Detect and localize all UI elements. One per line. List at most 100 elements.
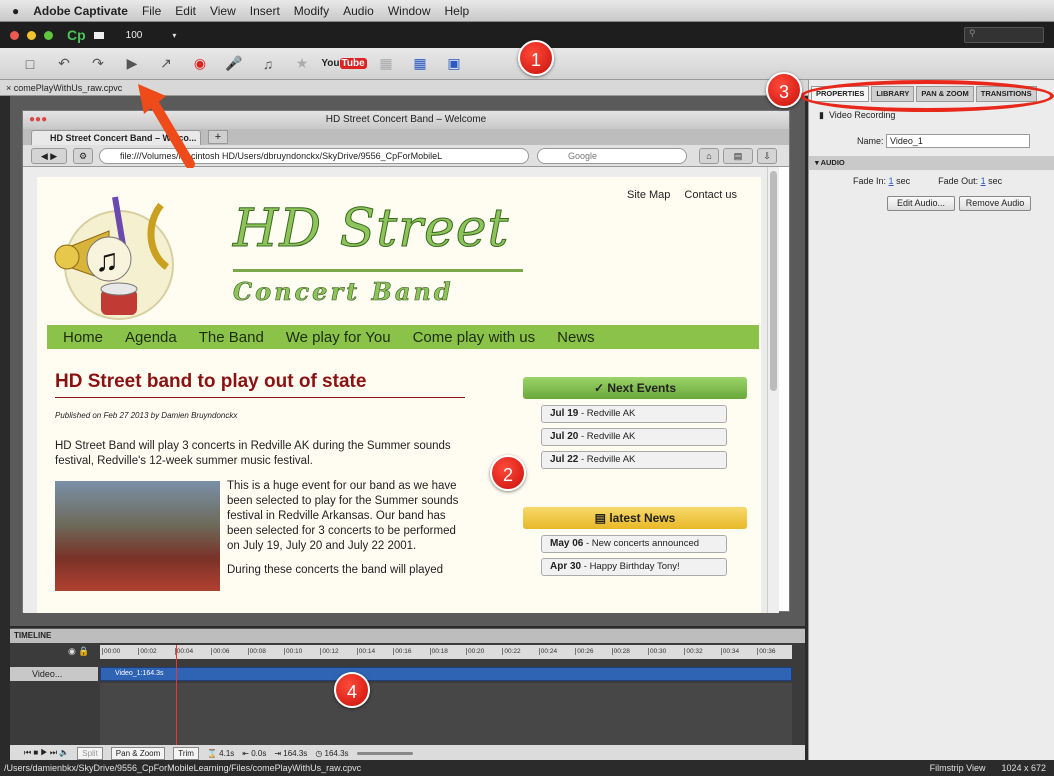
callout-4: 4: [334, 672, 370, 708]
slide-icon[interactable]: ▣: [444, 54, 464, 74]
record-icon[interactable]: ◉: [190, 54, 210, 74]
audio-section-header[interactable]: ▾ AUDIO: [809, 156, 1054, 170]
browser-title: HD Street Concert Band – Welcome: [325, 114, 487, 125]
browser-traffic-lights-icon[interactable]: ●●●: [29, 111, 47, 129]
menu-edit[interactable]: Edit: [175, 4, 196, 18]
news-item[interactable]: Apr 30 - Happy Birthday Tony!: [541, 558, 727, 576]
fade-in-value[interactable]: 1: [889, 176, 894, 186]
nav-home[interactable]: Home: [63, 329, 103, 346]
browser-search-field[interactable]: Google: [537, 148, 687, 164]
apple-icon[interactable]: ●: [12, 4, 19, 18]
save-icon[interactable]: □: [20, 54, 40, 74]
app-search-field[interactable]: ⚲: [964, 27, 1044, 43]
menu-window[interactable]: Window: [388, 4, 431, 18]
fade-out-value[interactable]: 1: [981, 176, 986, 186]
brand-subtitle: Concert Band: [233, 277, 454, 307]
youtube-you: You: [321, 58, 340, 69]
split-button[interactable]: Split: [77, 746, 103, 760]
menu-help[interactable]: Help: [445, 4, 470, 18]
event-item[interactable]: Jul 20 - Redville AK: [541, 428, 727, 446]
music-note-icon[interactable]: ♫: [258, 54, 278, 74]
download-icon[interactable]: ⇩: [757, 148, 777, 164]
zoom-dropdown-icon[interactable]: ▾: [172, 31, 176, 40]
trim-button[interactable]: Trim: [173, 746, 199, 760]
menu-icon[interactable]: ▤: [723, 148, 753, 164]
video-clip-bar[interactable]: Video_1:164.3s: [100, 667, 792, 681]
webpage-scrollbar[interactable]: [767, 167, 779, 613]
menu-insert[interactable]: Insert: [250, 4, 280, 18]
home-icon[interactable]: ⌂: [699, 148, 719, 164]
brand-title: HD Street: [232, 199, 510, 260]
ruler-tick-label: 00:22: [502, 648, 521, 655]
event-item[interactable]: Jul 19 - Redville AK: [541, 405, 727, 423]
playback-controls-icon[interactable]: ⏮ ■ ▶ ⏭ 🔈: [24, 748, 69, 758]
browser-window: ●●● HD Street Concert Band – Welcome HD …: [22, 110, 790, 613]
fade-out: Fade Out: 1 sec: [938, 176, 1003, 186]
event-place: - Redville AK: [581, 408, 636, 419]
microphone-icon[interactable]: 🎤: [224, 54, 244, 74]
ruler-tick-label: 00:16: [393, 648, 412, 655]
visibility-lock-icons[interactable]: ◉ 🔒: [68, 646, 90, 657]
track-label[interactable]: Video...: [10, 667, 98, 681]
object-type: ▮ Video Recording: [819, 110, 895, 121]
contact-link[interactable]: Contact us: [684, 189, 737, 201]
annotation-ellipse: [800, 80, 1054, 112]
news-date: Apr 30: [550, 561, 582, 572]
nav-the-band[interactable]: The Band: [199, 329, 264, 346]
menu-app-name[interactable]: Adobe Captivate: [33, 4, 128, 18]
publish-icon[interactable]: ↗: [156, 54, 176, 74]
latest-news-title: latest News: [609, 511, 676, 525]
nav-agenda[interactable]: Agenda: [125, 329, 177, 346]
youtube-publish-icon[interactable]: You Tube: [321, 54, 367, 74]
top-links: Site Map Contact us: [627, 189, 737, 201]
new-tab-icon[interactable]: +: [208, 130, 228, 144]
event-date: Jul 22: [550, 454, 579, 465]
preview-play-icon[interactable]: ▶: [122, 54, 142, 74]
menu-audio[interactable]: Audio: [343, 4, 374, 18]
bookmark-icon[interactable]: ⚙: [73, 148, 93, 164]
nav-news[interactable]: News: [557, 329, 595, 346]
timeline-header[interactable]: TIMELINE: [10, 629, 805, 643]
ruler-tick-label: 00:08: [247, 648, 266, 655]
edit-audio-button[interactable]: Edit Audio...: [887, 196, 955, 211]
table-icon[interactable]: ▦: [410, 54, 430, 74]
mac-menubar: ● Adobe Captivate File Edit View Insert …: [0, 0, 1054, 22]
newspaper-icon: ▤: [594, 511, 610, 525]
close-window-icon[interactable]: [10, 30, 19, 40]
news-text: - Happy Birthday Tony!: [583, 561, 680, 572]
ruler-tick-label: 00:20: [466, 648, 485, 655]
article-paragraph-1: HD Street Band will play 3 concerts in R…: [55, 440, 451, 467]
zoom-level[interactable]: 100: [126, 30, 143, 41]
filmstrip-view-toggle[interactable]: Filmstrip View: [930, 760, 986, 776]
name-field[interactable]: Video_1: [886, 134, 1031, 148]
menu-modify[interactable]: Modify: [294, 4, 329, 18]
ruler-tick-label: 00:32: [684, 648, 703, 655]
nav-we-play-for-you[interactable]: We play for You: [286, 329, 391, 346]
nav-come-play-with-us[interactable]: Come play with us: [413, 329, 536, 346]
layout-icon[interactable]: [93, 31, 104, 39]
pan-zoom-button[interactable]: Pan & Zoom: [110, 746, 166, 760]
minimize-window-icon[interactable]: [27, 30, 36, 40]
redo-icon[interactable]: ↷: [88, 54, 108, 74]
event-place: - Redville AK: [581, 454, 636, 465]
event-item[interactable]: Jul 22 - Redville AK: [541, 451, 727, 469]
playhead[interactable]: [176, 645, 177, 745]
remove-audio-button[interactable]: Remove Audio: [959, 196, 1031, 211]
next-events-header: ✓ Next Events: [523, 377, 747, 399]
news-item[interactable]: May 06 - New concerts announced: [541, 535, 727, 553]
zoom-window-icon[interactable]: [44, 30, 53, 40]
timeline-ruler[interactable]: 00:00 00:02 00:04 00:06 00:08 00:10 00:12 00:14…: [100, 645, 792, 659]
object-type-label: Video Recording: [828, 110, 896, 120]
site-main-nav: Home Agenda The Band We play for You Com…: [47, 325, 759, 349]
scroll-thumb[interactable]: [770, 171, 777, 391]
site-map-link[interactable]: Site Map: [627, 189, 670, 201]
properties-panel: PROPERTIES LIBRARY PAN & ZOOM TRANSITION…: [808, 80, 1054, 760]
svg-text:♫: ♫: [95, 242, 119, 278]
timeline-controls: ⏮ ■ ▶ ⏭ 🔈 Split Pan & Zoom Trim ⌛ 4.1s ⇤…: [10, 745, 805, 761]
zoom-slider[interactable]: [356, 751, 413, 755]
back-forward-icon[interactable]: ◀ ▶: [31, 148, 67, 164]
undo-icon[interactable]: ↶: [54, 54, 74, 74]
menu-view[interactable]: View: [210, 4, 236, 18]
menu-file[interactable]: File: [142, 4, 161, 18]
webpage-viewport: Site Map Contact us ♫ HD Street Concert …: [23, 167, 779, 613]
